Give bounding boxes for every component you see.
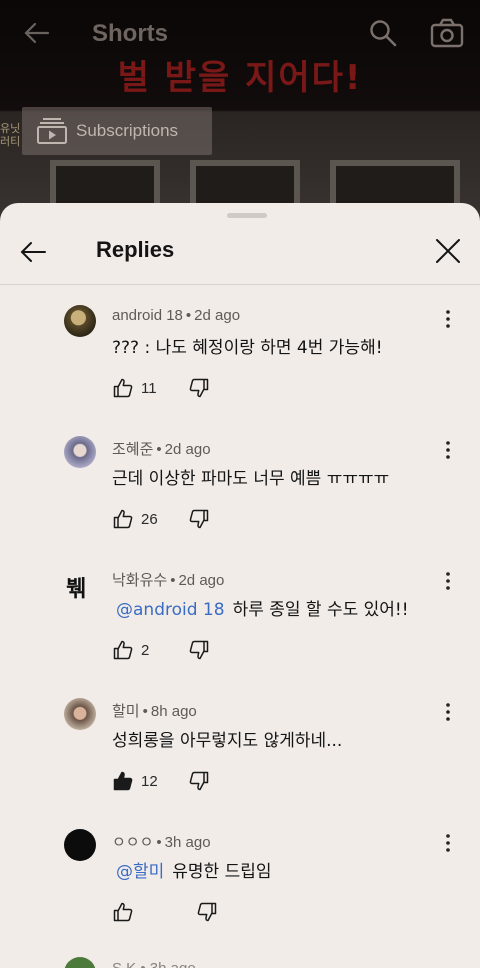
reply-meta: S K • 3h ago bbox=[112, 960, 196, 968]
arrow-left-icon[interactable] bbox=[18, 237, 48, 267]
reply-meta: 낙화유수 • 2d ago bbox=[112, 572, 225, 589]
reply-meta: 할미 • 8h ago bbox=[112, 703, 197, 720]
reply-author[interactable]: android 18 bbox=[112, 307, 183, 324]
reply-meta: android 18 • 2d ago bbox=[112, 307, 241, 324]
more-options-icon[interactable] bbox=[438, 440, 458, 460]
reply-item: android 18 • 2d ago ??? : 나도 혜정이랑 하면 4번 가능… bbox=[0, 305, 480, 436]
reply-time: 2d ago bbox=[194, 307, 241, 324]
reply-item: 붺 낙화유수 • 2d ago @android 18 하루 종일 할 수도 있어!!… bbox=[0, 567, 480, 698]
thumbs-up-icon[interactable] bbox=[113, 378, 133, 398]
like-count: 11 bbox=[141, 379, 157, 397]
replies-sheet: Replies android 18 • 2d ago ??? : 나도 혜정이랑 … bbox=[0, 203, 480, 968]
reply-text: ??? : 나도 혜정이랑 하면 4번 가능해! bbox=[112, 338, 383, 358]
reply-text: 성희롱을 아무렇지도 않게하네... bbox=[112, 731, 343, 751]
video-side-text: 유닛 러티 bbox=[0, 122, 21, 148]
reply-author[interactable]: 할미 bbox=[112, 703, 140, 720]
reply-meta: 조혜준 • 2d ago bbox=[112, 441, 211, 458]
reply-meta: ㅇㅇㅇ • 3h ago bbox=[112, 834, 211, 851]
reply-time: 3h ago bbox=[164, 834, 211, 851]
page-title: Shorts bbox=[92, 20, 169, 47]
thumbs-down-icon[interactable] bbox=[189, 640, 209, 660]
more-options-icon[interactable] bbox=[438, 702, 458, 722]
reply-item: 할미 • 8h ago 성희롱을 아무렇지도 않게하네... 12 bbox=[0, 698, 480, 829]
thumbs-up-filled-icon[interactable] bbox=[113, 771, 133, 791]
more-options-icon[interactable] bbox=[438, 309, 458, 329]
subscriptions-label: Subscriptions bbox=[76, 121, 179, 140]
like-count: 12 bbox=[141, 772, 158, 790]
reply-author[interactable]: 조혜준 bbox=[112, 441, 153, 458]
close-icon[interactable] bbox=[434, 237, 462, 265]
reply-text-content: 하루 종일 할 수도 있어!! bbox=[232, 600, 409, 620]
thumbs-down-icon[interactable] bbox=[189, 378, 209, 398]
like-count: 2 bbox=[141, 641, 150, 659]
reply-text: @할미 유명한 드립임 bbox=[112, 857, 272, 882]
arrow-left-icon[interactable] bbox=[22, 18, 52, 48]
reply-author[interactable]: S K bbox=[112, 960, 136, 968]
reply-text: @android 18 하루 종일 할 수도 있어!! bbox=[112, 595, 409, 620]
reply-time: 8h ago bbox=[150, 703, 197, 720]
reply-actions: 11 bbox=[113, 377, 209, 399]
avatar[interactable] bbox=[64, 698, 96, 730]
subscriptions-chip[interactable]: Subscriptions bbox=[22, 107, 212, 155]
reply-time: 2d ago bbox=[178, 572, 225, 589]
reply-author[interactable]: ㅇㅇㅇ bbox=[112, 834, 153, 851]
like-count: 26 bbox=[141, 510, 158, 528]
mention-link[interactable]: @android 18 bbox=[116, 600, 225, 620]
thumbs-up-icon[interactable] bbox=[113, 902, 133, 922]
sheet-title: Replies bbox=[96, 237, 175, 262]
avatar[interactable]: 붺 bbox=[66, 571, 86, 603]
thumbs-down-icon[interactable] bbox=[189, 509, 209, 529]
more-options-icon[interactable] bbox=[438, 833, 458, 853]
reply-time: 2d ago bbox=[164, 441, 211, 458]
thumbs-down-icon[interactable] bbox=[189, 771, 209, 791]
reply-text-content: 유명한 드립임 bbox=[172, 862, 272, 882]
thumbs-up-icon[interactable] bbox=[113, 509, 133, 529]
subscriptions-icon bbox=[37, 118, 67, 144]
reply-text: 근데 이상한 파마도 너무 예쁨 ㅠㅠㅠㅠ bbox=[112, 469, 390, 489]
reply-author[interactable]: 낙화유수 bbox=[112, 572, 167, 589]
sheet-header: Replies bbox=[0, 223, 480, 285]
camera-icon[interactable] bbox=[430, 18, 464, 48]
reply-item: ㅇㅇㅇ • 3h ago @할미 유명한 드립임 bbox=[0, 829, 480, 960]
reply-actions: 12 bbox=[113, 770, 209, 792]
avatar[interactable] bbox=[64, 305, 96, 337]
avatar[interactable] bbox=[64, 829, 96, 861]
search-icon[interactable] bbox=[368, 18, 398, 48]
reply-actions: 26 bbox=[113, 508, 209, 530]
thumbs-down-icon[interactable] bbox=[197, 902, 217, 922]
reply-time: 3h ago bbox=[150, 960, 196, 968]
reply-actions: 2 bbox=[113, 639, 209, 661]
top-bar: Shorts bbox=[0, 0, 480, 70]
mention-link[interactable]: @할미 bbox=[116, 862, 164, 882]
reply-item: 조혜준 • 2d ago 근데 이상한 파마도 너무 예쁨 ㅠㅠㅠㅠ 26 bbox=[0, 436, 480, 567]
reply-actions bbox=[113, 901, 217, 923]
thumbs-up-icon[interactable] bbox=[113, 640, 133, 660]
avatar[interactable] bbox=[64, 436, 96, 468]
more-options-icon[interactable] bbox=[438, 571, 458, 591]
drag-handle[interactable] bbox=[227, 213, 267, 218]
